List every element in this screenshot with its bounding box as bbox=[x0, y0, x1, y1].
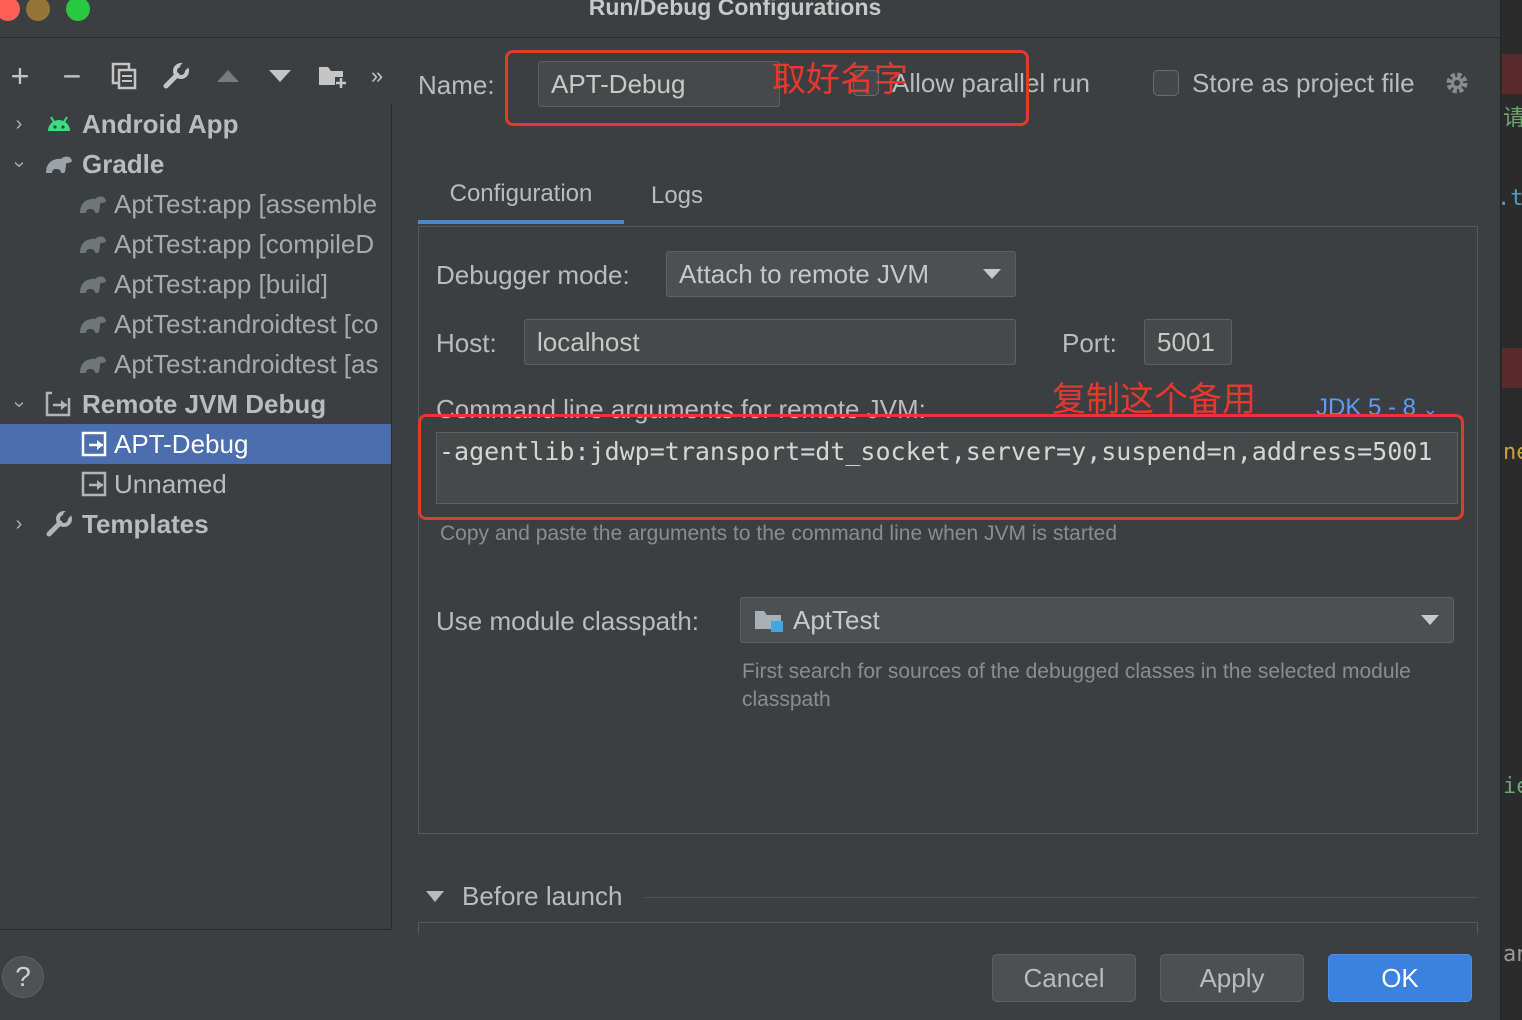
module-classpath-hint: First search for sources of the debugged… bbox=[742, 660, 1411, 711]
tree-item-label: AptTest:app [build] bbox=[114, 268, 328, 299]
chevron-down-icon bbox=[983, 269, 1001, 279]
command-line-hint: Copy and paste the arguments to the comm… bbox=[440, 522, 1118, 545]
tree-item-gradle-task[interactable]: AptTest:app [assemble bbox=[0, 184, 391, 224]
remote-debug-icon bbox=[80, 469, 110, 499]
tree-item-gradle-task[interactable]: AptTest:app [build] bbox=[0, 264, 391, 304]
tree-item-label: APT-Debug bbox=[114, 428, 249, 459]
remove-icon[interactable]: − bbox=[54, 56, 90, 96]
editor-highlight bbox=[1502, 54, 1522, 94]
tree-item-gradle-task[interactable]: AptTest:androidtest [co bbox=[0, 304, 391, 344]
arrow-up-icon[interactable] bbox=[210, 56, 246, 96]
tree-item-label: AptTest:app [assemble bbox=[114, 188, 378, 219]
gradle-icon bbox=[78, 349, 108, 379]
annotation-text-name: 取好名字 bbox=[772, 60, 908, 100]
tree-item-label: AptTest:androidtest [co bbox=[114, 308, 379, 339]
editor-text: ie bbox=[1503, 774, 1522, 799]
title-bar: Run/Debug Configurations bbox=[0, 0, 1500, 38]
ok-button[interactable]: OK bbox=[1328, 954, 1472, 1002]
host-input[interactable]: localhost bbox=[524, 319, 1016, 365]
gradle-icon bbox=[78, 269, 108, 299]
chevron-right-icon[interactable]: › bbox=[8, 513, 30, 536]
gradle-icon bbox=[78, 309, 108, 339]
chevron-down-icon[interactable]: › bbox=[8, 393, 31, 415]
tree-item-label: Templates bbox=[82, 508, 209, 539]
tree-item-gradle-task[interactable]: AptTest:androidtest [as bbox=[0, 344, 391, 384]
wrench-icon bbox=[44, 509, 74, 539]
add-icon[interactable]: + bbox=[2, 56, 38, 96]
tree-item-unnamed[interactable]: Unnamed bbox=[0, 464, 391, 504]
tree-item-android-app[interactable]: › Android App bbox=[0, 104, 391, 144]
wrench-icon[interactable] bbox=[158, 56, 194, 96]
tree-item-label: AptTest:app [compileD bbox=[114, 228, 375, 259]
store-as-project-label: Store as project file bbox=[1192, 68, 1415, 98]
tree-item-label: AptTest:androidtest [as bbox=[114, 348, 379, 379]
tree-item-apt-debug[interactable]: APT-Debug bbox=[0, 424, 391, 464]
chevron-down-icon[interactable]: › bbox=[8, 153, 31, 175]
tree-item-label: Unnamed bbox=[114, 468, 227, 499]
module-classpath-label: Use module classpath: bbox=[436, 606, 700, 636]
before-launch-label: Before launch bbox=[462, 880, 623, 911]
editor-text: .t bbox=[1501, 186, 1522, 211]
editor-background-strip: 请 .t ne ie an bbox=[1500, 0, 1522, 1020]
gear-icon[interactable] bbox=[1442, 68, 1472, 105]
help-button[interactable]: ? bbox=[2, 956, 44, 998]
editor-text: an bbox=[1503, 942, 1522, 967]
port-input[interactable]: 5001 bbox=[1144, 319, 1232, 365]
apply-button[interactable]: Apply bbox=[1160, 954, 1304, 1002]
tree-item-label: Gradle bbox=[82, 148, 165, 179]
debugger-mode-value: Attach to remote JVM bbox=[679, 258, 929, 289]
chevron-right-icon[interactable]: › bbox=[8, 113, 30, 136]
arrow-down-icon[interactable] bbox=[262, 56, 298, 96]
tab-configuration[interactable]: Configuration bbox=[418, 168, 624, 224]
gradle-icon bbox=[78, 229, 108, 259]
gradle-icon bbox=[44, 149, 74, 179]
tab-logs[interactable]: Logs bbox=[630, 168, 724, 224]
annotation-text-cmd: 复制这个备用 bbox=[1052, 380, 1256, 420]
store-as-project-checkbox[interactable] bbox=[1153, 70, 1179, 96]
remote-debug-icon bbox=[80, 429, 110, 459]
tree-item-gradle-task[interactable]: AptTest:app [compileD bbox=[0, 224, 391, 264]
module-classpath-select[interactable]: AptTest bbox=[740, 597, 1454, 643]
editor-text: ne bbox=[1503, 440, 1522, 465]
annotation-box-cmd bbox=[418, 414, 1464, 520]
android-icon bbox=[44, 109, 74, 139]
before-launch-toggle[interactable]: Before launch bbox=[424, 876, 622, 916]
debugger-mode-label: Debugger mode: bbox=[436, 260, 630, 290]
remote-debug-icon bbox=[44, 389, 74, 419]
triangle-down-icon bbox=[426, 890, 444, 902]
name-label: Name: bbox=[418, 70, 495, 100]
tree-item-label: Remote JVM Debug bbox=[82, 388, 327, 419]
editor-text: 请 bbox=[1503, 100, 1522, 132]
debugger-mode-select[interactable]: Attach to remote JVM bbox=[666, 251, 1016, 297]
configuration-tree: › Android App › Gradle AptTest:app [asse… bbox=[0, 104, 392, 930]
chevron-down-icon bbox=[1421, 615, 1439, 625]
editor-highlight bbox=[1502, 348, 1522, 388]
tree-item-templates[interactable]: › Templates bbox=[0, 504, 391, 544]
tree-item-label: Android App bbox=[82, 108, 239, 139]
host-label: Host: bbox=[436, 328, 497, 358]
window-title: Run/Debug Configurations bbox=[588, 0, 882, 20]
module-folder-icon bbox=[753, 607, 785, 633]
tree-item-remote-jvm-debug[interactable]: › Remote JVM Debug bbox=[0, 384, 391, 424]
cancel-button[interactable]: Cancel bbox=[992, 954, 1136, 1002]
gradle-icon bbox=[78, 189, 108, 219]
folder-add-icon[interactable] bbox=[314, 56, 350, 96]
config-toolbar: + − » bbox=[0, 56, 400, 96]
annotation-box-name bbox=[505, 50, 1029, 126]
more-icon[interactable]: » bbox=[362, 56, 392, 96]
tree-item-gradle[interactable]: › Gradle bbox=[0, 144, 391, 184]
module-classpath-value: AptTest bbox=[793, 604, 880, 635]
copy-icon[interactable] bbox=[106, 56, 142, 96]
before-launch-panel bbox=[418, 922, 1478, 934]
port-label: Port: bbox=[1062, 328, 1117, 358]
divider bbox=[644, 897, 1478, 898]
